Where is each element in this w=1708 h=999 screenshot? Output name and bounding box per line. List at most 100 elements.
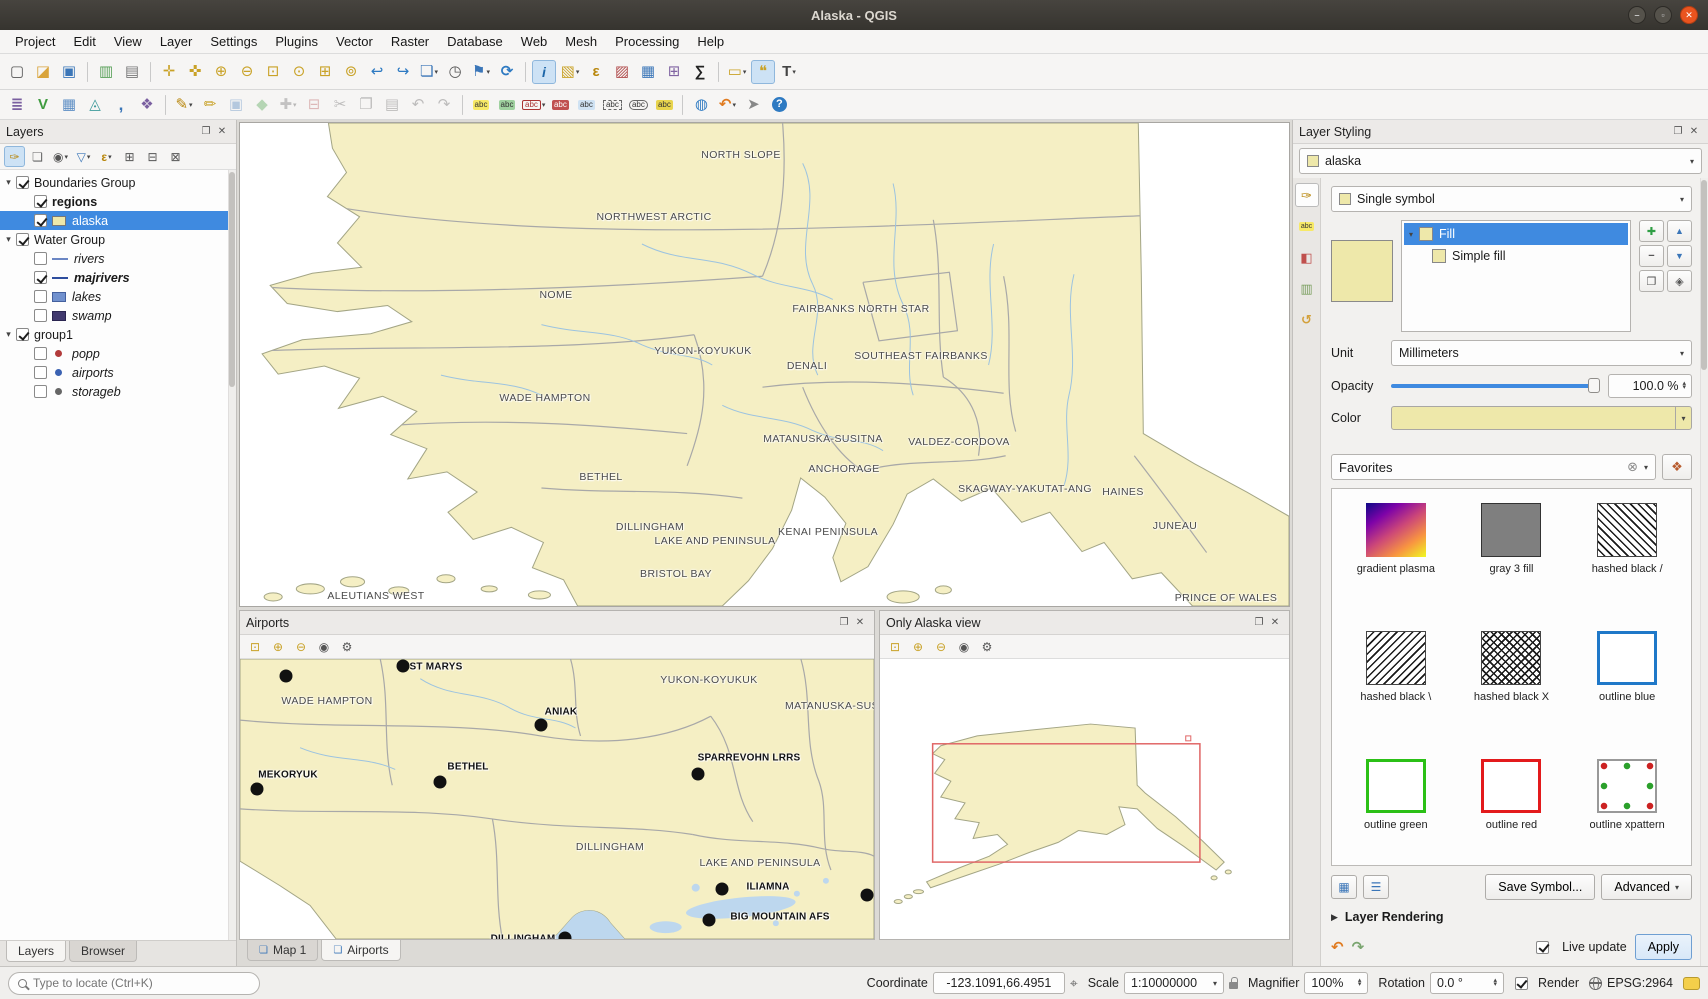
history-tab[interactable]: ↺ <box>1295 307 1319 331</box>
field-calculator-icon[interactable]: ⊞ <box>662 60 686 84</box>
layer-item-popp[interactable]: popp <box>0 344 236 363</box>
opacity-slider[interactable] <box>1391 376 1600 396</box>
new-project-icon[interactable]: ▢ <box>5 60 29 84</box>
menu-item[interactable]: Plugins <box>266 31 327 52</box>
menu-item[interactable]: Edit <box>64 31 104 52</box>
select-annotation-icon[interactable]: ➤ <box>741 93 765 117</box>
manage-map-themes-icon[interactable]: ◉ ▾ <box>50 146 71 167</box>
save-project-icon[interactable]: ▣ <box>57 60 81 84</box>
symbol-node-simple-fill[interactable]: Simple fill <box>1404 245 1628 267</box>
zoom-native-icon[interactable]: ⊚ <box>339 60 363 84</box>
layer-visibility-checkbox[interactable] <box>34 347 47 360</box>
layer-item-regions[interactable]: regions <box>0 192 236 211</box>
float-panel-icon[interactable]: ❐ <box>198 124 214 140</box>
zoom-in-icon[interactable]: ⊕ <box>268 637 288 657</box>
new-map-view-icon[interactable]: ❏ ▾ <box>417 60 441 84</box>
menu-item[interactable]: Mesh <box>556 31 606 52</box>
vertex-tool-icon[interactable]: ✚ ▾ <box>276 93 300 117</box>
zoom-out-icon[interactable]: ⊖ <box>235 60 259 84</box>
layer-item-lakes[interactable]: lakes <box>0 287 236 306</box>
symbol-preset[interactable]: gradient plasma <box>1338 497 1454 625</box>
close-panel-icon[interactable]: ✕ <box>852 615 868 631</box>
magnifier-spinbox[interactable]: 100% ▴▾ <box>1304 972 1368 994</box>
slider-handle[interactable] <box>1588 378 1600 393</box>
unit-combo[interactable]: Millimeters ▾ <box>1391 340 1692 366</box>
zoom-out-icon[interactable]: ⊖ <box>931 637 951 657</box>
symbology-tab[interactable]: ✑ <box>1295 183 1319 207</box>
apply-button[interactable]: Apply <box>1635 934 1692 960</box>
select-by-expression-icon[interactable]: ε <box>584 60 608 84</box>
tab-layers[interactable]: Layers <box>6 941 66 962</box>
current-edits-icon[interactable]: ✎ ▾ <box>172 93 196 117</box>
layer-visibility-checkbox[interactable] <box>16 233 29 246</box>
float-panel-icon[interactable]: ❐ <box>836 615 852 631</box>
scrollbar-thumb[interactable] <box>229 172 235 387</box>
symbol-preset[interactable]: gray 3 fill <box>1454 497 1570 625</box>
remove-layer-icon[interactable]: ⊠ <box>165 146 186 167</box>
3d-view-tab[interactable]: ◧ <box>1295 245 1319 269</box>
scale-combo[interactable]: 1:10000000 ▾ <box>1124 972 1224 994</box>
metasearch-icon[interactable]: ◍ <box>689 93 713 117</box>
pin-labels-icon[interactable]: abc ▾ <box>521 93 546 117</box>
minimize-button[interactable]: – <box>1628 6 1646 24</box>
move-symbol-down-button[interactable]: ▼ <box>1667 245 1692 267</box>
layer-group-water[interactable]: ▾ Water Group <box>0 230 236 249</box>
close-panel-icon[interactable]: ✕ <box>1267 615 1283 631</box>
add-vector-layer-icon[interactable]: V <box>31 93 55 117</box>
symbol-preset[interactable]: outline xpattern <box>1569 753 1685 866</box>
layer-item-majrivers[interactable]: majrivers <box>0 268 236 287</box>
lock-symbol-color-button[interactable]: ◈ <box>1667 270 1692 292</box>
close-button[interactable]: ✕ <box>1680 6 1698 24</box>
layout-manager-icon[interactable]: ▤ <box>120 60 144 84</box>
filter-legend-icon[interactable]: ▽ ▾ <box>73 146 94 167</box>
add-symbol-layer-button[interactable]: ✚ <box>1639 220 1664 242</box>
delete-selected-icon[interactable]: ⊟ <box>302 93 326 117</box>
layer-item-storageb[interactable]: storageb <box>0 382 236 401</box>
advanced-button[interactable]: Advanced ▾ <box>1601 874 1692 900</box>
coordinate-display[interactable] <box>933 972 1065 994</box>
layer-group-boundaries[interactable]: ▾ Boundaries Group <box>0 173 236 192</box>
layer-visibility-checkbox[interactable] <box>34 366 47 379</box>
view-settings-icon[interactable]: ◉ <box>954 637 974 657</box>
configure-view-icon[interactable]: ⚙ <box>337 637 357 657</box>
menu-item[interactable]: Raster <box>382 31 438 52</box>
text-annotation-icon[interactable]: T ▾ <box>777 60 801 84</box>
layer-visibility-checkbox[interactable] <box>16 176 29 189</box>
labels-tab[interactable]: abc <box>1295 214 1319 238</box>
add-feature-icon[interactable]: ◆ <box>250 93 274 117</box>
symbol-preset[interactable]: outline green <box>1338 753 1454 866</box>
maximize-button[interactable]: ▫ <box>1654 6 1672 24</box>
opacity-spinbox[interactable]: 100.0 % ▴▾ <box>1608 374 1692 398</box>
style-history-undo-icon[interactable]: ↶ ▾ <box>715 93 739 117</box>
move-symbol-up-button[interactable]: ▲ <box>1667 220 1692 242</box>
style-undo-icon[interactable]: ↶ <box>1331 938 1344 956</box>
open-project-icon[interactable]: ◪ <box>31 60 55 84</box>
zoom-next-icon[interactable]: ↪ <box>391 60 415 84</box>
measure-icon[interactable]: ▭ ▾ <box>725 60 749 84</box>
zoom-in-icon[interactable]: ⊕ <box>908 637 928 657</box>
symbol-filter-combo[interactable]: Favorites ⊗ ▾ <box>1331 454 1656 480</box>
alaska-view-map-canvas[interactable] <box>880 659 1289 939</box>
statistics-icon[interactable]: ∑ <box>688 60 712 84</box>
zoom-in-icon[interactable]: ⊕ <box>209 60 233 84</box>
select-features-icon[interactable]: ▧ ▾ <box>558 60 582 84</box>
chevron-down-icon[interactable]: ▾ <box>1675 407 1691 429</box>
add-virtual-layer-icon[interactable]: ❖ <box>135 93 159 117</box>
tree-expander-icon[interactable]: ▾ <box>1409 230 1413 239</box>
spatial-bookmarks-icon[interactable]: ⚑ ▾ <box>469 60 493 84</box>
add-mesh-layer-icon[interactable]: ◬ <box>83 93 107 117</box>
add-delimited-text-icon[interactable]: , <box>109 93 133 117</box>
layer-visibility-checkbox[interactable] <box>34 271 47 284</box>
layer-visibility-checkbox[interactable] <box>34 290 47 303</box>
layer-visibility-checkbox[interactable] <box>34 252 47 265</box>
collapse-all-icon[interactable]: ⊟ <box>142 146 163 167</box>
float-panel-icon[interactable]: ❐ <box>1670 124 1686 140</box>
change-label-icon[interactable]: abc <box>652 93 676 117</box>
layer-item-airports[interactable]: airports <box>0 363 236 382</box>
symbol-type-combo[interactable]: Single symbol ▾ <box>1331 186 1692 212</box>
copy-features-icon[interactable]: ❐ <box>354 93 378 117</box>
labeling-options-icon[interactable]: abc <box>495 93 519 117</box>
close-panel-icon[interactable]: ✕ <box>1686 124 1702 140</box>
rotate-label-icon[interactable]: abc <box>626 93 650 117</box>
deselect-features-icon[interactable]: ▨ <box>610 60 634 84</box>
